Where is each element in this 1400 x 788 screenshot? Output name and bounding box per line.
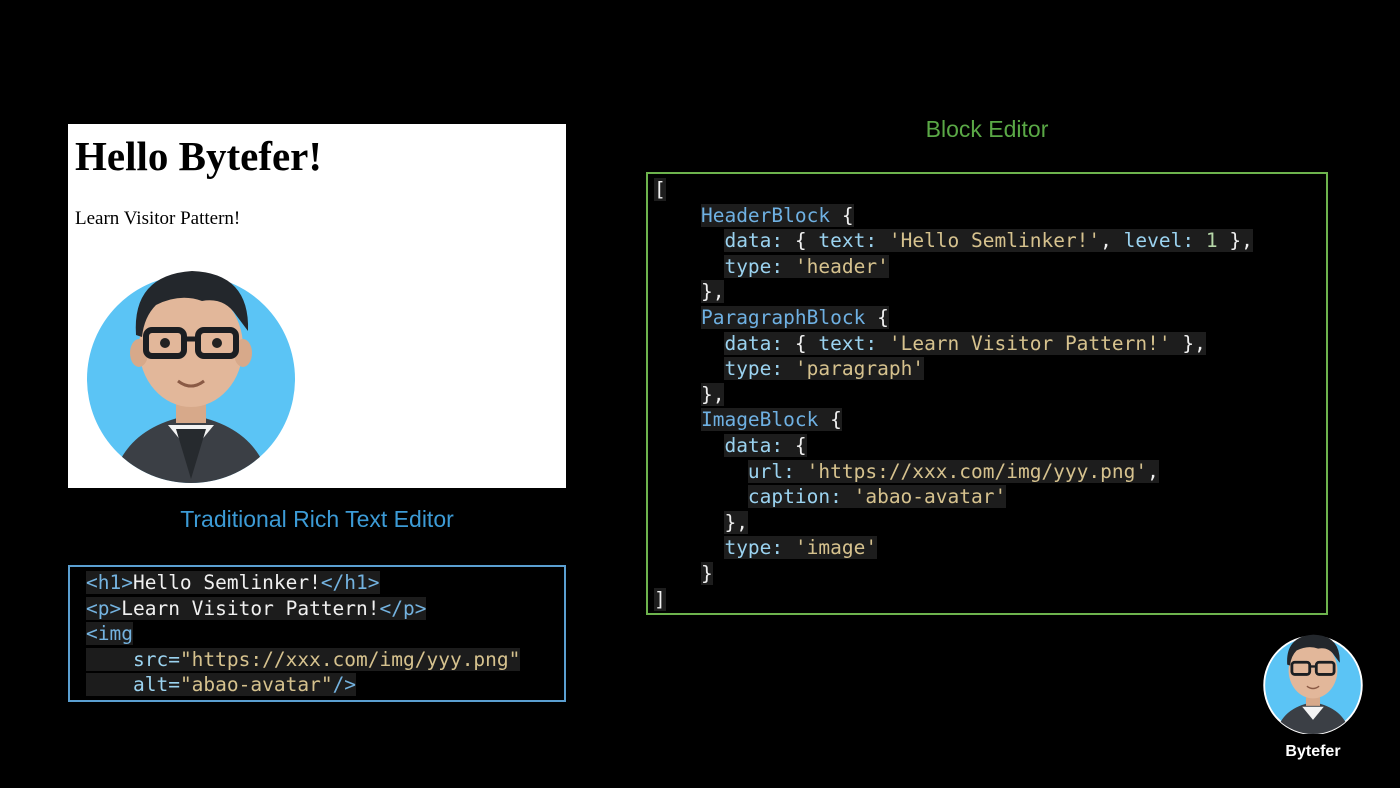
code-line: data: { xyxy=(724,433,807,457)
code-token: alt= xyxy=(132,673,180,697)
avatar-image xyxy=(87,271,295,483)
code-line: }, xyxy=(700,382,725,406)
code-token: /> xyxy=(332,673,357,697)
preview-paragraph: Learn Visitor Pattern! xyxy=(75,208,241,229)
preview-heading: Hello Bytefer! xyxy=(75,133,323,179)
code-token: Learn Visitor Pattern! xyxy=(121,596,380,620)
code-token: "abao-avatar" xyxy=(179,673,333,697)
code-token: <img xyxy=(86,622,133,646)
brand-avatar-icon xyxy=(1263,634,1363,735)
code-line: ParagraphBlock { xyxy=(700,305,889,329)
code-line: alt="abao-avatar"/> xyxy=(86,672,564,698)
code-line: data: { text: 'Learn Visitor Pattern!' }… xyxy=(724,331,1206,355)
code-line: url: 'https://xxx.com/img/yyy.png', xyxy=(747,459,1159,483)
html-code-panel: <h1>Hello Semlinker!</h1> <p>Learn Visito… xyxy=(68,565,566,702)
code-token: <h1> xyxy=(86,571,133,594)
code-line: ImageBlock { xyxy=(700,408,842,432)
code-line: }, xyxy=(700,280,725,304)
code-line: type: 'header' xyxy=(724,254,889,278)
code-line: } xyxy=(700,561,713,585)
code-token: </p> xyxy=(379,596,427,620)
brand-name: Bytefer xyxy=(1285,743,1341,760)
brand-logo: Bytefer xyxy=(1258,628,1368,761)
code-line: type: 'image' xyxy=(724,536,878,560)
code-token: src= xyxy=(132,647,180,671)
traditional-editor-caption: Traditional Rich Text Editor xyxy=(180,506,454,532)
code-token: "https://xxx.com/img/yyy.png" xyxy=(179,647,521,671)
block-json-panel: [ HeaderBlock { data: { text: 'Hello Sem… xyxy=(646,172,1328,615)
code-line: type: 'paragraph' xyxy=(724,357,925,381)
code-token: Hello Semlinker! xyxy=(132,571,321,594)
rich-text-preview: Hello Bytefer! Learn Visitor Pattern! xyxy=(68,124,566,488)
code-line: }, xyxy=(724,510,748,534)
code-line: HeaderBlock { xyxy=(700,203,854,227)
block-editor-caption: Block Editor xyxy=(925,116,1049,142)
code-line: caption: 'abao-avatar' xyxy=(747,485,1007,509)
code-line: src="https://xxx.com/img/yyy.png" xyxy=(86,647,564,673)
code-token: </h1> xyxy=(320,571,380,594)
code-line: <p>Learn Visitor Pattern!</p> xyxy=(86,596,564,622)
code-line: ] xyxy=(654,587,666,611)
code-line: <img xyxy=(86,621,564,647)
code-line: data: { text: 'Hello Semlinker!', level:… xyxy=(724,229,1253,253)
code-line: [ xyxy=(654,178,666,201)
code-token: <p> xyxy=(86,596,122,620)
code-line: <h1>Hello Semlinker!</h1> xyxy=(86,570,564,596)
